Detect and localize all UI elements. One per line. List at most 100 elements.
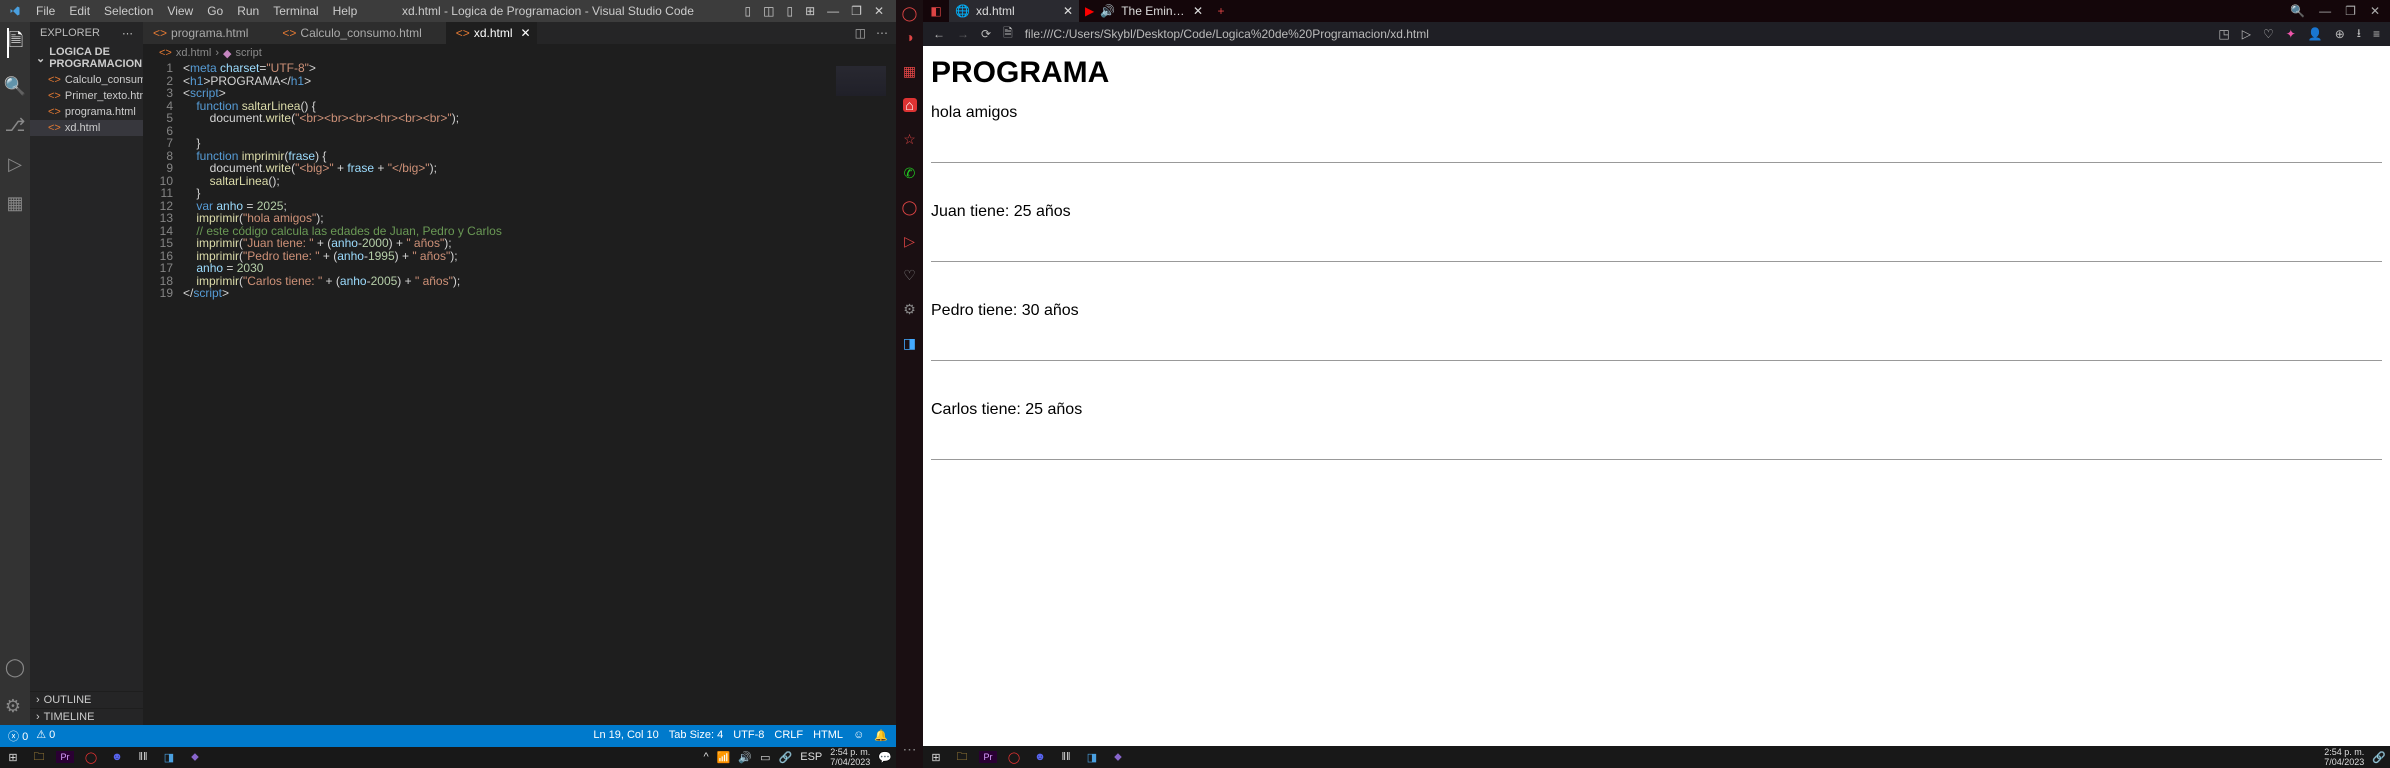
sidebar-app-icon[interactable]: ◯ bbox=[903, 200, 917, 214]
close-tab-icon[interactable]: ✕ bbox=[1063, 4, 1073, 18]
notification-center-icon[interactable]: 💬 bbox=[878, 751, 892, 764]
eol[interactable]: CRLF bbox=[774, 729, 803, 742]
extensions-icon[interactable]: ▦ bbox=[6, 193, 23, 214]
browser-tab[interactable]: ▶ 🔊 The Eminence in Shad ✕ bbox=[1079, 0, 1209, 22]
file-item[interactable]: <>xd.html bbox=[30, 120, 143, 136]
tray-icon[interactable]: 🔗 bbox=[2372, 751, 2386, 764]
start-button[interactable]: ⊞ bbox=[4, 751, 22, 764]
sidebar-app-icon[interactable]: ▦ bbox=[903, 64, 917, 78]
timeline-panel[interactable]: ›TIMELINE bbox=[30, 708, 143, 725]
toolbar-icon[interactable]: ✦ bbox=[2286, 27, 2296, 41]
encoding[interactable]: UTF-8 bbox=[733, 729, 764, 742]
warnings-indicator[interactable]: ⚠ 0 bbox=[36, 728, 55, 744]
clock[interactable]: 2:54 p. m.7/04/2023 bbox=[830, 747, 870, 767]
cursor-position[interactable]: Ln 19, Col 10 bbox=[593, 729, 658, 742]
code-content[interactable]: <meta charset="UTF-8"> <h1>PROGRAMA</h1>… bbox=[183, 62, 896, 725]
menu-view[interactable]: View bbox=[161, 4, 199, 18]
errors-indicator[interactable]: ⓧ 0 bbox=[8, 728, 28, 744]
browser-tab[interactable]: 🌐 xd.html ✕ bbox=[949, 0, 1079, 22]
opera-logo-icon[interactable]: ◯ bbox=[903, 6, 917, 20]
sidebar-more-icon[interactable]: ⋯ bbox=[903, 741, 917, 768]
menu-selection[interactable]: Selection bbox=[98, 4, 159, 18]
file-item[interactable]: <>programa.html bbox=[30, 104, 143, 120]
sidebar-app-icon[interactable]: ⚙ bbox=[903, 302, 917, 316]
outline-panel[interactable]: ›OUTLINE bbox=[30, 691, 143, 708]
explorer-more-icon[interactable]: ⋯ bbox=[122, 27, 133, 40]
close-button[interactable]: ✕ bbox=[874, 4, 884, 18]
workspace-icon[interactable]: ◧ bbox=[923, 0, 949, 22]
menu-run[interactable]: Run bbox=[231, 4, 265, 18]
sidebar-app-icon[interactable]: ◨ bbox=[903, 336, 917, 350]
tray-icon[interactable]: ▭ bbox=[760, 751, 770, 764]
close-tab-icon[interactable]: ✕ bbox=[1193, 4, 1203, 18]
download-icon[interactable]: ⭳ bbox=[2357, 24, 2361, 45]
language-indicator[interactable]: ESP bbox=[800, 751, 822, 763]
menu-file[interactable]: File bbox=[30, 4, 61, 18]
editor-tab[interactable]: <>xd.html✕ bbox=[446, 22, 537, 44]
address-bar[interactable]: file:///C:/Users/Skybl/Desktop/Code/Logi… bbox=[1025, 27, 2207, 41]
language-mode[interactable]: HTML bbox=[813, 729, 843, 742]
layout-icon[interactable]: ▯ bbox=[745, 4, 752, 18]
menu-terminal[interactable]: Terminal bbox=[267, 4, 324, 18]
run-debug-icon[interactable]: ▷ bbox=[8, 154, 22, 175]
vscode-taskbar-icon[interactable]: ◨ bbox=[1083, 751, 1101, 764]
app-icon[interactable]: ⬥ bbox=[186, 751, 204, 764]
editor-tab[interactable]: <>programa.html bbox=[143, 22, 272, 44]
easy-setup-icon[interactable]: ≡ bbox=[2373, 27, 2380, 41]
sidebar-app-icon[interactable]: ⌂ bbox=[903, 98, 917, 112]
discord-icon[interactable]: ☻ bbox=[1031, 751, 1049, 763]
page-security-icon[interactable]: 🗎 bbox=[1003, 24, 1013, 45]
feedback-icon[interactable]: ☺ bbox=[853, 729, 864, 742]
app-icon[interactable]: ‖‖ bbox=[1057, 751, 1075, 763]
toolbar-icon[interactable]: ◳ bbox=[2218, 27, 2229, 41]
whatsapp-icon[interactable]: ✆ bbox=[903, 166, 917, 180]
sidebar-app-icon[interactable]: ♡ bbox=[903, 268, 917, 282]
sidebar-app-icon[interactable]: ◑ bbox=[903, 30, 917, 44]
layout-icon[interactable]: ◫ bbox=[763, 4, 774, 18]
settings-gear-icon[interactable]: ⚙ bbox=[5, 696, 25, 717]
start-button[interactable]: ⊞ bbox=[927, 751, 945, 764]
tab-size[interactable]: Tab Size: 4 bbox=[669, 729, 723, 742]
split-editor-icon[interactable]: ◫ bbox=[855, 26, 866, 40]
close-tab-icon[interactable]: ✕ bbox=[520, 26, 530, 40]
tray-icon[interactable]: 🔗 bbox=[779, 751, 793, 764]
premiere-icon[interactable]: Pr bbox=[56, 751, 74, 763]
back-button[interactable]: ← bbox=[933, 27, 945, 41]
minimize-button[interactable]: — bbox=[2319, 4, 2331, 18]
account-icon[interactable]: ◯ bbox=[5, 657, 25, 678]
explorer-icon[interactable]: 🗎 bbox=[7, 28, 23, 58]
file-item[interactable]: <>Primer_texto.html bbox=[30, 88, 143, 104]
project-folder[interactable]: ⌄ LOGICA DE PROGRAMACION bbox=[30, 44, 143, 72]
minimize-button[interactable]: — bbox=[827, 4, 839, 18]
menu-go[interactable]: Go bbox=[201, 4, 229, 18]
bookmark-icon[interactable]: ♡ bbox=[2263, 27, 2274, 41]
close-button[interactable]: ✕ bbox=[2370, 4, 2380, 18]
layout-icon[interactable]: ▯ bbox=[787, 4, 794, 18]
search-tabs-icon[interactable]: 🔍 bbox=[2290, 4, 2305, 18]
breadcrumb[interactable]: <> xd.html › ◆ script bbox=[143, 44, 896, 62]
app-icon[interactable]: ⬥ bbox=[1109, 751, 1127, 764]
sidebar-app-icon[interactable]: ☆ bbox=[903, 132, 917, 146]
discord-icon[interactable]: ☻ bbox=[108, 751, 126, 763]
menu-edit[interactable]: Edit bbox=[63, 4, 96, 18]
forward-button[interactable]: → bbox=[957, 27, 969, 41]
vscode-taskbar-icon[interactable]: ◨ bbox=[160, 751, 178, 764]
tray-chevron-icon[interactable]: ^ bbox=[704, 751, 709, 763]
profile-icon[interactable]: 👤 bbox=[2308, 27, 2323, 41]
search-icon[interactable]: 🔍 bbox=[4, 76, 26, 97]
app-icon[interactable]: ‖‖ bbox=[134, 751, 152, 763]
notifications-icon[interactable]: 🔔 bbox=[874, 729, 888, 742]
maximize-button[interactable]: ❐ bbox=[2345, 4, 2356, 18]
opera-icon[interactable]: ◯ bbox=[82, 751, 100, 764]
file-item[interactable]: <>Calculo_consumo.html bbox=[30, 72, 143, 88]
volume-icon[interactable]: 🔊 bbox=[738, 751, 752, 764]
file-explorer-icon[interactable]: 🗀 bbox=[30, 748, 48, 767]
source-control-icon[interactable]: ⎇ bbox=[5, 115, 26, 136]
menu-help[interactable]: Help bbox=[327, 4, 364, 18]
sidebar-app-icon[interactable]: ▷ bbox=[903, 234, 917, 248]
new-tab-button[interactable]: + bbox=[1209, 0, 1233, 22]
clock[interactable]: 2:54 p. m.7/04/2023 bbox=[2324, 747, 2364, 767]
more-actions-icon[interactable]: ⋯ bbox=[876, 26, 888, 40]
toolbar-icon[interactable]: ▷ bbox=[2242, 27, 2251, 41]
minimap[interactable] bbox=[836, 66, 886, 96]
